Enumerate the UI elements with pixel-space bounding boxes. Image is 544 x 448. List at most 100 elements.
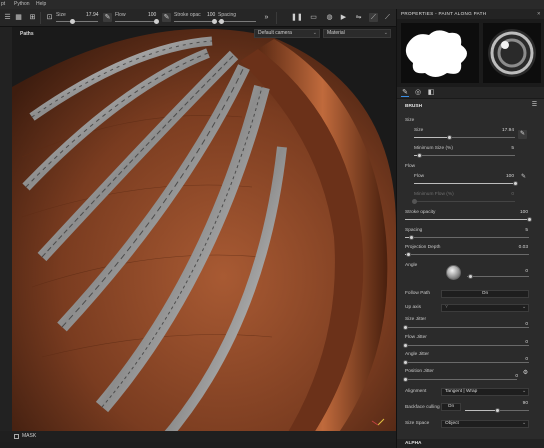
alignment-select[interactable]: Tangent | Wrap ⌄	[441, 388, 529, 396]
camera-select[interactable]: Default camera ⌄	[254, 29, 320, 38]
size-pressure-icon[interactable]: ✎	[518, 130, 527, 139]
projection-depth-value[interactable]: 0.03	[519, 245, 528, 250]
toolbar-divider	[276, 12, 277, 24]
brush-presets-icon[interactable]: ☰	[531, 102, 538, 109]
min-size-handle[interactable]	[416, 153, 422, 158]
size-value[interactable]: 17.94	[502, 128, 514, 133]
brush-settings-icon[interactable]: ☰	[3, 13, 12, 22]
stroke-opacity-slider[interactable]	[174, 21, 216, 22]
mask-icon[interactable]	[14, 434, 19, 439]
position-jitter-slider[interactable]	[405, 379, 517, 380]
size-slider-handle[interactable]	[446, 135, 452, 140]
mirror-icon[interactable]: ⇋	[354, 13, 363, 22]
projection-depth-label: Projection Depth	[405, 245, 441, 250]
backface-culling-value[interactable]: 90	[523, 401, 528, 406]
flow-slider[interactable]	[115, 21, 157, 22]
viewport-render[interactable]	[12, 27, 396, 442]
angle-value[interactable]: 0	[525, 269, 528, 274]
chevron-down-icon: ⌄	[521, 389, 526, 394]
eraser-icon[interactable]: ⟋	[383, 13, 392, 22]
alpha-preview-thumbnail[interactable]	[401, 23, 479, 83]
min-size-slider[interactable]	[414, 155, 515, 156]
size-jitter-handle[interactable]	[403, 325, 408, 330]
viewport-header: Paths Default camera ⌄ Material ⌄	[12, 27, 396, 41]
size-slider[interactable]	[414, 137, 515, 138]
menu-item-help[interactable]: Help	[36, 0, 46, 9]
chevron-down-icon: ⌄	[312, 30, 317, 36]
brush-section-title: BRUSH	[405, 104, 423, 109]
menu-item-script[interactable]: pt	[1, 0, 5, 9]
size-slider-handle[interactable]	[70, 19, 75, 24]
paths-label[interactable]: Paths	[20, 31, 34, 37]
expand-icon[interactable]: »	[262, 13, 271, 22]
material-tab-icon[interactable]: ◎	[414, 89, 422, 97]
angle-slider[interactable]	[467, 276, 529, 277]
path-icon[interactable]: ⊞	[28, 13, 37, 22]
app-window: pt Python Help ☰ ▦ ⊞ ⊡ Size 17.94 ✎ Flow…	[0, 0, 544, 448]
projection-depth-slider[interactable]	[405, 254, 529, 255]
size-value[interactable]: 17.94	[86, 12, 99, 18]
mask-label[interactable]: MASK	[22, 431, 36, 442]
flow-handle[interactable]	[512, 181, 518, 186]
size-label: Size	[414, 128, 424, 133]
size-slider-fill	[414, 137, 450, 138]
angle-jitter-slider[interactable]	[405, 362, 529, 363]
alignment-value: Tangent | Wrap	[445, 389, 478, 394]
spacing-label: Spacing	[405, 228, 423, 233]
flow-jitter-handle[interactable]	[403, 343, 408, 348]
backface-culling-handle[interactable]	[494, 408, 500, 413]
stencil-tab-icon[interactable]: ◧	[427, 89, 435, 97]
stroke-opacity-value[interactable]: 100	[207, 12, 215, 18]
3d-viewport[interactable]: Paths Default camera ⌄ Material ⌄	[12, 27, 396, 442]
panel-header: PROPERTIES - PAINT ALONG PATH ✕	[397, 9, 544, 19]
frame-icon[interactable]: ▭	[309, 13, 318, 22]
up-axis-select[interactable]: Y ⌄	[441, 304, 529, 312]
material-select-value: Material	[327, 30, 345, 36]
pause-icon[interactable]: ❚❚	[291, 13, 303, 22]
spacing-slider[interactable]	[405, 237, 529, 238]
spacing-handle[interactable]	[408, 235, 414, 240]
angle-jitter-handle[interactable]	[403, 360, 408, 365]
grid-icon[interactable]: ▦	[14, 13, 23, 22]
spacing-slider-handle[interactable]	[219, 19, 224, 24]
backface-culling-fill	[465, 410, 497, 411]
angle-handle[interactable]	[468, 274, 473, 279]
flow-section-label: Flow	[405, 164, 416, 169]
projection-depth-handle[interactable]	[406, 252, 412, 257]
follow-path-toggle[interactable]: On	[441, 290, 529, 298]
video-icon[interactable]: ▶	[339, 13, 348, 22]
backface-culling-label: Backface culling	[405, 405, 440, 410]
camera-icon[interactable]: ◍	[325, 13, 334, 22]
toolbar-divider	[40, 12, 41, 24]
menu-item-python[interactable]: Python	[14, 0, 30, 9]
angle-dial[interactable]	[446, 265, 461, 280]
flow-jitter-slider[interactable]	[405, 345, 529, 346]
brush-tab-icon[interactable]: ✎	[401, 89, 409, 97]
backface-culling-toggle[interactable]: On	[441, 403, 461, 411]
flow-value[interactable]: 100	[148, 12, 156, 18]
position-jitter-handle[interactable]	[403, 377, 408, 382]
material-preview-thumbnail[interactable]	[483, 23, 541, 83]
brush-preview-area	[397, 19, 544, 87]
spacing-value[interactable]: 5	[525, 228, 528, 233]
stroke-opacity-slider[interactable]	[405, 219, 529, 220]
random-seed-icon[interactable]: ⚙	[522, 370, 529, 377]
size-jitter-slider[interactable]	[405, 327, 529, 328]
size-space-select[interactable]: Object ⌄	[441, 420, 529, 428]
stroke-opacity-value[interactable]: 100	[520, 210, 528, 215]
stroke-opacity-handle[interactable]	[212, 19, 217, 24]
pen-pressure-icon[interactable]: ✎	[103, 13, 112, 22]
flow-pressure-icon[interactable]: ✎	[520, 174, 527, 181]
min-size-value[interactable]: 5	[511, 146, 514, 151]
size-slider[interactable]	[56, 21, 98, 22]
flow-pressure-icon[interactable]: ✎	[162, 13, 171, 22]
flow-slider[interactable]	[414, 183, 515, 184]
flow-value[interactable]: 100	[506, 174, 514, 179]
flow-slider-handle[interactable]	[154, 19, 159, 24]
alpha-section-header[interactable]: ALPHA	[397, 439, 544, 448]
position-jitter-label: Position Jitter	[405, 369, 434, 374]
close-icon[interactable]: ✕	[537, 9, 541, 19]
material-select[interactable]: Material ⌄	[323, 29, 391, 38]
paint-brush-icon[interactable]: ⟋	[369, 13, 378, 22]
stroke-opacity-handle[interactable]	[526, 217, 532, 222]
